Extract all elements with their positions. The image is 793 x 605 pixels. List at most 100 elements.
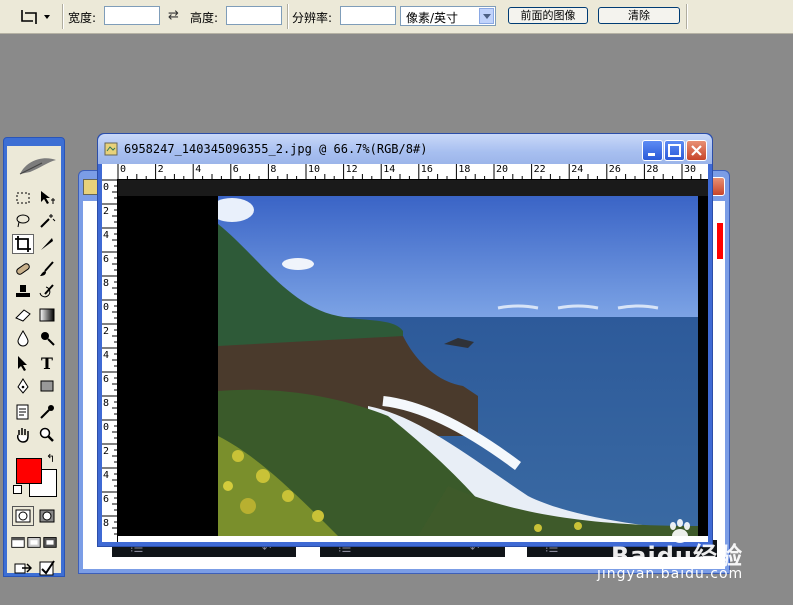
maximize-button[interactable] [664, 140, 685, 161]
ruler-label: 24 [571, 164, 584, 175]
screen-mode-full[interactable] [42, 532, 58, 552]
shape-tool[interactable] [36, 376, 58, 396]
quick-mask-icon [39, 509, 55, 523]
vertical-ruler[interactable]: 0 2 4 6 8 0 2 4 6 8 0 2 4 6 8 [102, 179, 118, 542]
crop-tool-icon [15, 236, 31, 252]
move-arrow-icon [41, 191, 55, 204]
tool-preset-picker[interactable] [18, 7, 56, 26]
pen-nib-icon [17, 378, 29, 394]
dodge-icon [41, 332, 55, 346]
eyedropper-tool[interactable] [36, 402, 58, 422]
water-drop-icon [17, 330, 29, 347]
ruler-label: 16 [420, 164, 433, 175]
photoshop-feather-icon[interactable] [16, 154, 60, 178]
path-selection-tool[interactable] [12, 353, 34, 373]
screen-mode-standard[interactable] [10, 532, 26, 552]
image-canvas[interactable] [118, 180, 708, 536]
history-brush-tool[interactable] [36, 282, 58, 302]
slice-knife-icon [41, 238, 53, 250]
document-window[interactable]: 6958247_140345096355_2.jpg @ 66.7%(RGB/8… [97, 133, 713, 547]
ruler-label: 4 [103, 350, 110, 361]
swap-dimensions-icon[interactable]: ⇄ [168, 8, 179, 23]
clear-button[interactable]: 清除 [598, 7, 680, 24]
ruler-label: 10 [308, 164, 321, 175]
foreground-color-swatch[interactable] [16, 458, 42, 484]
maximize-icon [668, 144, 681, 157]
ruler-label: 6 [103, 254, 110, 265]
screen-mode-full-menu[interactable] [26, 532, 42, 552]
eraser-tool[interactable] [12, 305, 34, 325]
magnifier-icon [39, 427, 54, 442]
svg-text:T: T [41, 354, 53, 372]
notes-tool[interactable] [12, 402, 34, 422]
ruler-label: 30 [684, 164, 697, 175]
ruler-label: 12 [345, 164, 358, 175]
rect-marquee-tool[interactable] [12, 188, 34, 208]
slice-tool[interactable] [36, 234, 58, 254]
clone-stamp-tool[interactable] [12, 282, 34, 302]
ruler-label: 2 [103, 206, 110, 217]
ruler-label: 6 [232, 164, 239, 175]
hand-icon [17, 428, 29, 443]
horizontal-ruler[interactable]: 0 2 4 6 8 10 12 14 16 18 20 22 24 26 28 30 [102, 164, 708, 180]
blur-tool[interactable] [12, 328, 34, 348]
gradient-tool[interactable] [36, 305, 58, 325]
default-colors-icon[interactable] [13, 485, 22, 494]
swap-colors-icon[interactable]: ↰ [46, 452, 55, 465]
ruler-label: 0 [120, 164, 127, 175]
height-input[interactable] [226, 6, 282, 25]
screen-full-icon [43, 537, 57, 548]
chevron-down-icon[interactable] [479, 8, 494, 24]
coastline-photo [218, 196, 698, 536]
ruler-label: 4 [103, 470, 110, 481]
jump-to-imageready-button[interactable] [12, 558, 34, 578]
standard-mode-button[interactable] [12, 506, 34, 526]
resolution-unit-select[interactable]: 像素/英寸 [400, 6, 496, 26]
document-canvas-area[interactable]: 0 2 4 6 8 10 12 14 16 18 20 22 24 26 28 30 024680246802… [102, 164, 708, 542]
ruler-label: 2 [103, 326, 110, 337]
ruler-label: 20 [496, 164, 509, 175]
gradient-icon [39, 308, 55, 322]
dodge-tool[interactable] [36, 328, 58, 348]
type-tool[interactable]: T [36, 353, 58, 373]
bandage-icon [16, 263, 30, 275]
ruler-label: 4 [103, 230, 110, 241]
brush-tool[interactable] [36, 259, 58, 279]
ruler-label: 26 [608, 164, 621, 175]
crop-tool[interactable] [12, 234, 34, 254]
lasso-tool[interactable] [12, 211, 34, 231]
ruler-label: 2 [157, 164, 164, 175]
minimize-button[interactable] [642, 140, 663, 161]
crop-icon [21, 10, 50, 24]
width-label: 宽度: [68, 11, 97, 25]
hand-tool[interactable] [12, 425, 34, 445]
arrow-pointer-icon [18, 356, 27, 371]
note-icon [16, 404, 29, 420]
ruler-label: 0 [103, 302, 110, 313]
move-tool[interactable] [36, 188, 58, 208]
ruler-label: 22 [533, 164, 546, 175]
quick-mask-button[interactable] [36, 506, 58, 526]
watermark-url: jingyan.baidu.com [597, 566, 744, 582]
imageready-icon-button[interactable] [36, 558, 58, 578]
pen-tool[interactable] [12, 376, 34, 396]
lasso-icon [16, 214, 30, 228]
imageready-check-icon [39, 560, 55, 576]
red-image-edge [717, 223, 723, 259]
height-label: 高度: [190, 11, 219, 25]
eraser-icon [15, 309, 31, 322]
rectangle-shape-icon [40, 380, 54, 392]
front-image-button[interactable]: 前面的图像 [508, 7, 588, 24]
screen-full-menu-icon [27, 537, 41, 548]
close-button[interactable] [686, 140, 707, 161]
ruler-label: 0 [103, 182, 110, 193]
ruler-label: 0 [103, 422, 110, 433]
document-titlebar[interactable]: 6958247_140345096355_2.jpg @ 66.7%(RGB/8… [98, 134, 712, 164]
resolution-input[interactable] [340, 6, 396, 25]
zoom-tool[interactable] [36, 425, 58, 445]
magic-wand-tool[interactable] [36, 211, 58, 231]
healing-brush-tool[interactable] [12, 259, 34, 279]
width-input[interactable] [104, 6, 160, 25]
screen-standard-icon [11, 537, 25, 548]
eyedropper-icon [40, 405, 54, 419]
